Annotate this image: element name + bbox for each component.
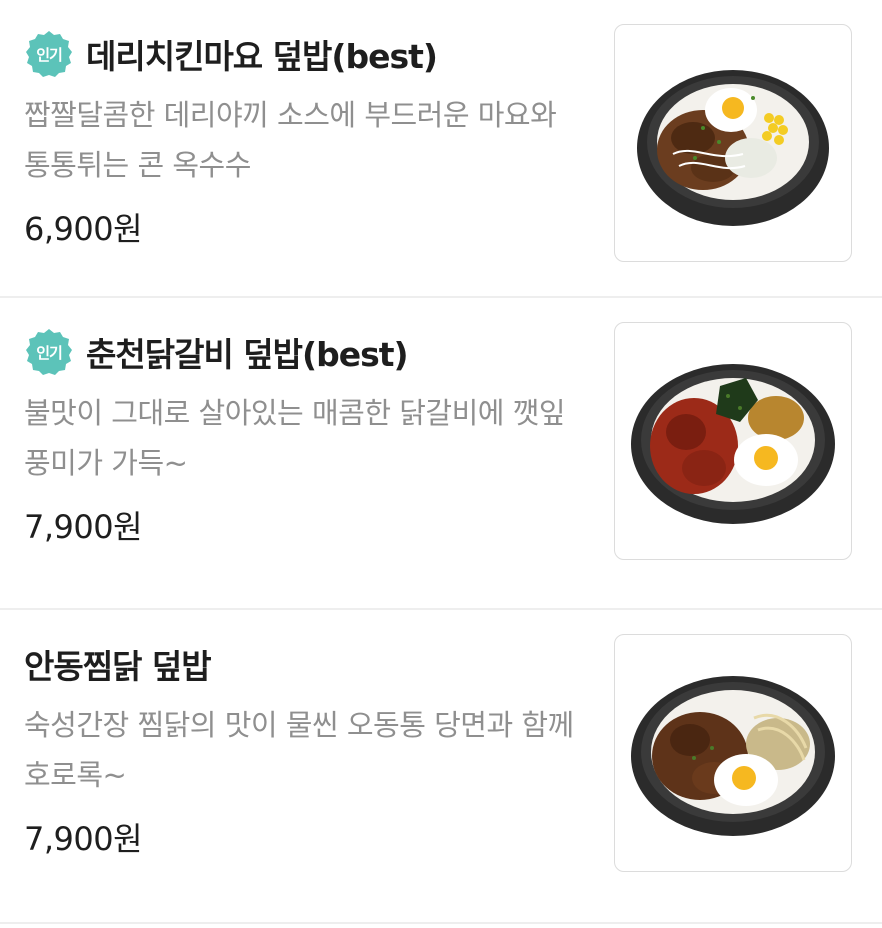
menu-item-description: 숙성간장 찜닭의 맛이 물씬 오동통 당면과 함께 호로록~ [24,708,574,792]
menu-item[interactable]: 인기 데리치킨마요 덮밥(best) 짭짤달콤한 데리야끼 소스에 부드러운 마… [0,0,882,298]
menu-item-price: 7,900원 [24,820,143,858]
menu-item-photo[interactable] [614,24,852,262]
menu-item-price: 6,900원 [24,210,143,248]
menu-item-name: 춘천닭갈비 덮밥(best) [86,335,409,374]
menu-item-description: 불맛이 그대로 살아있는 매콤한 닭갈비에 깻잎 풍미가 가득~ [24,396,566,480]
menu-item-text: 인기 춘천닭갈비 덮밥(best) 불맛이 그대로 살아있는 매콤한 닭갈비에 … [24,322,584,548]
popular-badge-label: 인기 [36,343,63,362]
rice-bowl-image-icon [637,70,829,226]
menu-item-text: 인기 데리치킨마요 덮밥(best) 짭짤달콤한 데리야끼 소스에 부드러운 마… [24,24,584,250]
rice-bowl-image-icon [631,676,835,836]
menu-item-price: 7,900원 [24,508,143,546]
menu-item-name: 안동찜닭 덮밥 [24,647,212,686]
popular-badge-label: 인기 [36,45,63,64]
menu-item-description: 짭짤달콤한 데리야끼 소스에 부드러운 마요와 통통튀는 콘 옥수수 [24,98,557,182]
popular-badge: 인기 [24,327,74,377]
menu-item-photo[interactable] [614,322,852,560]
menu-item-title-row: 안동찜닭 덮밥 [24,634,584,694]
menu-item[interactable]: 안동찜닭 덮밥 숙성간장 찜닭의 맛이 물씬 오동통 당면과 함께 호로록~ 7… [0,610,882,924]
menu-item-photo[interactable] [614,634,852,872]
menu-item-title-row: 인기 춘천닭갈비 덮밥(best) [24,322,584,382]
rice-bowl-image-icon [631,364,835,524]
popular-badge: 인기 [24,29,74,79]
menu-item[interactable]: 인기 춘천닭갈비 덮밥(best) 불맛이 그대로 살아있는 매콤한 닭갈비에 … [0,298,882,610]
menu-item-name: 데리치킨마요 덮밥(best) [86,37,438,76]
menu-item-text: 안동찜닭 덮밥 숙성간장 찜닭의 맛이 물씬 오동통 당면과 함께 호로록~ 7… [24,634,584,860]
menu-item-title-row: 인기 데리치킨마요 덮밥(best) [24,24,584,84]
menu-list: 인기 데리치킨마요 덮밥(best) 짭짤달콤한 데리야끼 소스에 부드러운 마… [0,0,882,924]
